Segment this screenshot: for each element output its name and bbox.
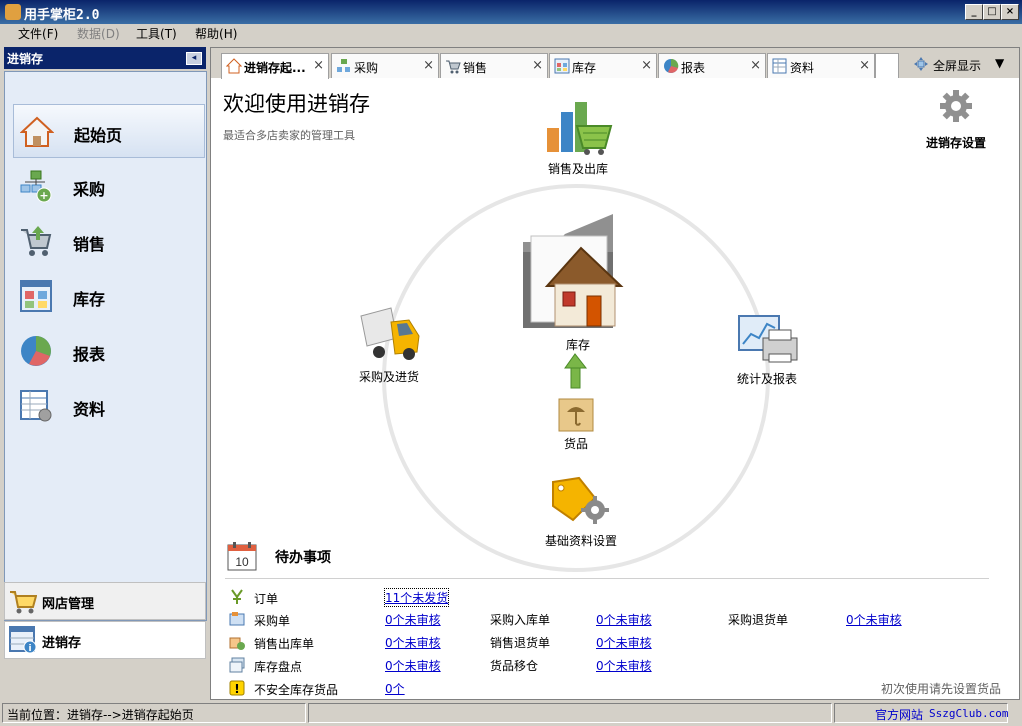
base-settings-label: 基础资料设置 bbox=[544, 534, 617, 548]
menu-data[interactable]: 数据(D) bbox=[73, 26, 124, 42]
svg-text:i: i bbox=[28, 644, 31, 654]
todo-label: 采购退货单 bbox=[728, 613, 789, 627]
todo-label: 销售退货单 bbox=[490, 636, 551, 650]
nav-label: 资料 bbox=[73, 400, 106, 419]
menu-help[interactable]: 帮助(H) bbox=[191, 26, 241, 42]
todo-title: 待办事项 bbox=[275, 550, 331, 566]
todo-link[interactable]: 0个未审核 bbox=[596, 611, 652, 628]
todo-link[interactable]: 0个未审核 bbox=[596, 634, 652, 651]
main-content: 进销存起... × 采购 × 销售 × 库存 × 报表 × 资料 × 全屏显示 … bbox=[210, 47, 1020, 700]
status-panel bbox=[308, 703, 832, 723]
tag-gear-icon bbox=[552, 476, 609, 524]
todo-label: 库存盘点 bbox=[254, 660, 303, 674]
cart-icon bbox=[21, 226, 52, 256]
svg-text:10: 10 bbox=[235, 555, 249, 569]
collapse-panel-icon[interactable]: ◂ bbox=[186, 52, 202, 65]
bottom-nav-shop[interactable]: 网店管理 bbox=[4, 582, 206, 620]
package-box-icon bbox=[558, 398, 594, 432]
goods-label: 货品 bbox=[563, 437, 588, 451]
todo-link[interactable]: 0个未审核 bbox=[385, 657, 441, 674]
title-bar: 用手掌柜2.0 _ □ × bbox=[0, 0, 1022, 24]
bottom-nav-inventory[interactable]: i 进销存 bbox=[4, 621, 206, 659]
status-location: 当前位置：进销存-->进销存起始页 bbox=[2, 703, 306, 723]
base-settings-node[interactable]: 基础资料设置 bbox=[533, 476, 629, 548]
maximize-button[interactable]: □ bbox=[983, 4, 1001, 20]
panel-header: 进销存 ◂ bbox=[4, 47, 206, 69]
inventory-label: 库存 bbox=[565, 338, 590, 352]
nav-item-home[interactable]: 起始页 bbox=[13, 104, 205, 158]
nav-item-reports[interactable]: 报表 bbox=[13, 324, 203, 376]
bottom-nav-label: 网店管理 bbox=[42, 597, 95, 612]
up-arrow-icon bbox=[564, 353, 588, 389]
menu-bar: 文件(F) 数据(D) 工具(T) 帮助(H) bbox=[0, 24, 1022, 44]
close-button[interactable]: × bbox=[1001, 4, 1019, 20]
app-logo-icon bbox=[5, 4, 21, 20]
purchase-icon: + bbox=[20, 170, 52, 203]
todo-label: 采购入库单 bbox=[490, 613, 551, 627]
todo-link[interactable]: 0个未审核 bbox=[385, 611, 441, 628]
folder-house-icon bbox=[523, 214, 624, 328]
todo-label: 销售出库单 bbox=[254, 637, 315, 651]
purchase-order-icon bbox=[229, 612, 245, 626]
purchase-label: 采购及进货 bbox=[358, 370, 419, 384]
stats-node[interactable]: 统计及报表 bbox=[727, 314, 807, 386]
sales-node[interactable]: 销售及出库 bbox=[533, 100, 623, 178]
todo-label: 订单 bbox=[254, 592, 279, 606]
setup-hint: 初次使用请先设置货品 bbox=[881, 682, 1002, 696]
panel-title: 进销存 bbox=[7, 52, 44, 66]
nav-label: 采购 bbox=[73, 180, 106, 199]
location-text: 当前位置：进销存-->进销存起始页 bbox=[7, 708, 194, 722]
todo-label: 不安全库存货品 bbox=[254, 683, 339, 697]
status-bar: 当前位置：进销存-->进销存起始页 官方网站 SszgClub.com bbox=[0, 700, 1022, 726]
bottom-nav-label: 进销存 bbox=[42, 636, 82, 651]
nav-list: 起始页 + 采购 销售 库存 报表 资料 bbox=[4, 71, 207, 621]
todo-label: 货品移仓 bbox=[490, 659, 539, 673]
todo-link[interactable]: 0个 bbox=[385, 680, 405, 697]
inventory-icon bbox=[20, 280, 52, 312]
todo-divider bbox=[225, 578, 989, 579]
chart-printer-icon bbox=[738, 315, 798, 363]
warning-icon: ! bbox=[229, 680, 245, 696]
inventory-node[interactable]: 库存 bbox=[513, 212, 643, 352]
nav-item-inventory[interactable]: 库存 bbox=[13, 269, 203, 321]
site-url[interactable]: SszgClub.com bbox=[929, 707, 1008, 720]
shop-cart-icon bbox=[10, 591, 37, 614]
menu-tools[interactable]: 工具(T) bbox=[132, 26, 181, 42]
navigation-panel: 进销存 ◂ 起始页 + 采购 销售 库存 报表 资料 网店管理 i 进销存 bbox=[4, 47, 207, 698]
nav-item-sales[interactable]: 销售 bbox=[13, 214, 203, 266]
calendar-icon: 10 bbox=[227, 542, 257, 571]
order-icon bbox=[231, 589, 243, 604]
nav-item-purchase[interactable]: + 采购 bbox=[13, 159, 203, 211]
home-icon bbox=[20, 116, 54, 147]
truck-icon bbox=[360, 307, 420, 360]
nav-label: 销售 bbox=[73, 235, 106, 254]
todo-link[interactable]: 11个未发货 bbox=[384, 588, 450, 607]
svg-text:!: ! bbox=[234, 682, 239, 696]
site-label[interactable]: 官方网站 bbox=[875, 706, 923, 723]
nav-label: 库存 bbox=[73, 290, 106, 309]
nav-label: 报表 bbox=[73, 345, 106, 364]
nav-item-data[interactable]: 资料 bbox=[13, 379, 203, 431]
todo-link[interactable]: 0个未审核 bbox=[596, 657, 652, 674]
official-site-link[interactable]: 官方网站 SszgClub.com bbox=[834, 703, 1008, 723]
data-table-icon bbox=[20, 390, 52, 422]
window-title: 用手掌柜2.0 bbox=[24, 8, 100, 23]
goods-node[interactable]: 货品 bbox=[551, 398, 601, 451]
minimize-button[interactable]: _ bbox=[965, 4, 983, 20]
sales-label: 销售及出库 bbox=[547, 162, 608, 176]
nav-label: 起始页 bbox=[74, 126, 123, 145]
inventory-info-icon: i bbox=[9, 626, 37, 654]
todo-link[interactable]: 0个未审核 bbox=[385, 634, 441, 651]
todo-link[interactable]: 0个未审核 bbox=[846, 611, 902, 628]
svg-text:+: + bbox=[39, 189, 48, 202]
pie-chart-icon bbox=[21, 336, 51, 366]
sales-chart-cart-icon bbox=[547, 102, 613, 155]
purchase-node[interactable]: 采购及进货 bbox=[349, 306, 429, 386]
stocktake-icon bbox=[229, 657, 245, 673]
stats-label: 统计及报表 bbox=[736, 372, 797, 386]
sales-out-icon bbox=[229, 637, 245, 650]
menu-file[interactable]: 文件(F) bbox=[14, 26, 62, 42]
todo-label: 采购单 bbox=[254, 614, 291, 628]
